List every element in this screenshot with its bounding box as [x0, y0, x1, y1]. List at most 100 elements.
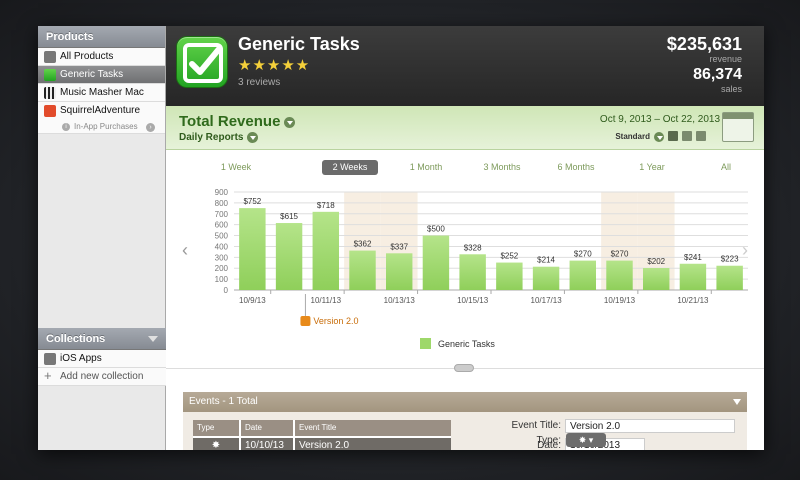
y-tick-label: 600 [215, 221, 229, 230]
bar [422, 235, 450, 290]
event-title-label: Event Title: [511, 420, 561, 431]
revenue-chart: 0 100 200 300 400500 600 700 800 900 $752 $615 $718… [182, 188, 748, 349]
data-label: $752 [243, 197, 261, 206]
sidebar-item-label: SquirrelAdventure [60, 105, 141, 116]
data-label: $718 [317, 201, 335, 210]
y-tick-label: 300 [215, 253, 229, 262]
bar-chart-icon[interactable] [668, 131, 678, 141]
line-chart-icon[interactable] [682, 131, 692, 141]
chevron-down-icon[interactable] [247, 132, 259, 143]
period-1-week[interactable]: 1 Week [206, 160, 266, 175]
column-header-date[interactable]: Date [241, 420, 293, 436]
in-app-purchases-item[interactable]: i In-App Purchases › [38, 120, 165, 134]
chevron-left-icon[interactable]: ‹ [182, 240, 188, 260]
data-label: $202 [647, 257, 665, 266]
event-type-icon: ✸ [193, 438, 239, 450]
sidebar-item-music-masher[interactable]: Music Masher Mac [38, 84, 165, 102]
y-tick-label: 800 [215, 199, 229, 208]
resize-handle[interactable] [454, 364, 474, 372]
chevron-down-icon[interactable] [284, 116, 296, 128]
collections-header-label: Collections [46, 333, 106, 345]
events-table: Type Date Event Title ✸ 10/10/13 Version… [193, 420, 451, 450]
legend-swatch [420, 338, 431, 349]
period-3-months[interactable]: 3 Months [470, 160, 534, 175]
view-mode-selector[interactable]: Standard [615, 132, 664, 142]
bar [569, 260, 597, 290]
chevron-down-icon[interactable] [654, 132, 664, 142]
period-6-months[interactable]: 6 Months [544, 160, 608, 175]
info-icon: i [62, 123, 70, 131]
data-label: $252 [500, 252, 518, 261]
table-icon[interactable] [696, 131, 706, 141]
revenue-header: Total Revenue Daily Reports Oct 9, 2013 … [166, 106, 764, 150]
chevron-down-icon[interactable] [148, 336, 158, 342]
events-table-header: Type Date Event Title [193, 420, 451, 436]
reviews-count[interactable]: 3 reviews [238, 77, 280, 88]
collection-item-ios-apps[interactable]: iOS Apps [38, 350, 166, 368]
data-label: $270 [574, 250, 592, 259]
bar [239, 208, 266, 290]
events-header-label: Events - 1 Total [189, 396, 258, 407]
sales-total: 86,374 [693, 66, 742, 83]
chevron-down-icon[interactable] [733, 399, 741, 405]
x-tick-label: 10/9/13 [239, 296, 266, 305]
data-label: $241 [684, 253, 702, 262]
y-tick-label: 500 [215, 232, 229, 241]
x-tick-label: 10/13/13 [384, 296, 416, 305]
star-rating: ★★★★★ [238, 57, 311, 74]
y-tick-label: 100 [215, 275, 229, 284]
main-panel: Total Revenue Daily Reports Oct 9, 2013 … [166, 106, 764, 450]
column-header-type[interactable]: Type [193, 420, 239, 436]
bar [642, 268, 670, 290]
calendar-icon[interactable] [722, 112, 754, 142]
sidebar-item-all-products[interactable]: All Products [38, 48, 165, 66]
sidebar-item-label: Generic Tasks [60, 69, 124, 80]
event-type-selector[interactable]: ✸ ▾ [566, 433, 606, 447]
sidebar-item-squirrel-adventure[interactable]: SquirrelAdventure [38, 102, 165, 120]
annotation-label: Version 2.0 [313, 316, 358, 326]
annotation-marker-icon [300, 316, 311, 326]
data-label: $328 [464, 243, 482, 252]
sidebar-item-generic-tasks[interactable]: Generic Tasks [38, 66, 165, 84]
generic-tasks-app-icon [176, 36, 228, 88]
sidebar: Products All Products Generic Tasks Musi… [38, 26, 166, 450]
in-app-label: In-App Purchases [74, 122, 138, 131]
data-label: $615 [280, 212, 298, 221]
panel-title-text: Total Revenue [179, 113, 281, 130]
app-window: Products All Products Generic Tasks Musi… [38, 26, 764, 450]
collections-header[interactable]: Collections [38, 328, 166, 350]
data-label: $270 [611, 250, 629, 259]
table-row[interactable]: ✸ 10/10/13 Version 2.0 [193, 438, 451, 450]
column-header-title[interactable]: Event Title [295, 420, 451, 436]
period-2-weeks[interactable]: 2 Weeks [322, 160, 378, 175]
revenue-total: $235,631 [666, 34, 742, 54]
report-type-selector[interactable]: Daily Reports [179, 132, 259, 144]
sales-label: sales [720, 84, 742, 94]
bar [349, 250, 376, 290]
chevron-right-icon[interactable]: › [146, 123, 155, 132]
grid-icon [44, 353, 56, 365]
period-1-month[interactable]: 1 Month [394, 160, 458, 175]
checkmark-icon [183, 43, 223, 83]
event-title: Version 2.0 [295, 438, 451, 450]
event-type-label: Type: [536, 435, 561, 446]
data-label: $362 [354, 240, 372, 249]
event-title-field[interactable]: Version 2.0 [565, 419, 735, 433]
panel-title[interactable]: Total Revenue [179, 113, 296, 130]
y-tick-label: 0 [224, 286, 229, 295]
y-tick-label: 700 [215, 210, 229, 219]
report-type-label: Daily Reports [179, 132, 244, 144]
x-tick-label: 10/19/13 [604, 296, 636, 305]
sidebar-item-label: Music Masher Mac [60, 87, 144, 98]
add-collection-button[interactable]: + Add new collection [38, 368, 166, 386]
events-header[interactable]: Events - 1 Total [183, 392, 747, 412]
chevron-right-icon[interactable]: › [742, 240, 748, 260]
sidebar-item-label: All Products [60, 51, 114, 62]
bar [312, 211, 340, 290]
checkmark-app-icon [44, 69, 56, 81]
date-range[interactable]: Oct 9, 2013 – Oct 22, 2013 [600, 114, 720, 125]
period-1-year[interactable]: 1 Year [620, 160, 684, 175]
plus-icon: + [44, 368, 52, 383]
bar [679, 263, 707, 290]
period-all[interactable]: All [700, 160, 752, 175]
